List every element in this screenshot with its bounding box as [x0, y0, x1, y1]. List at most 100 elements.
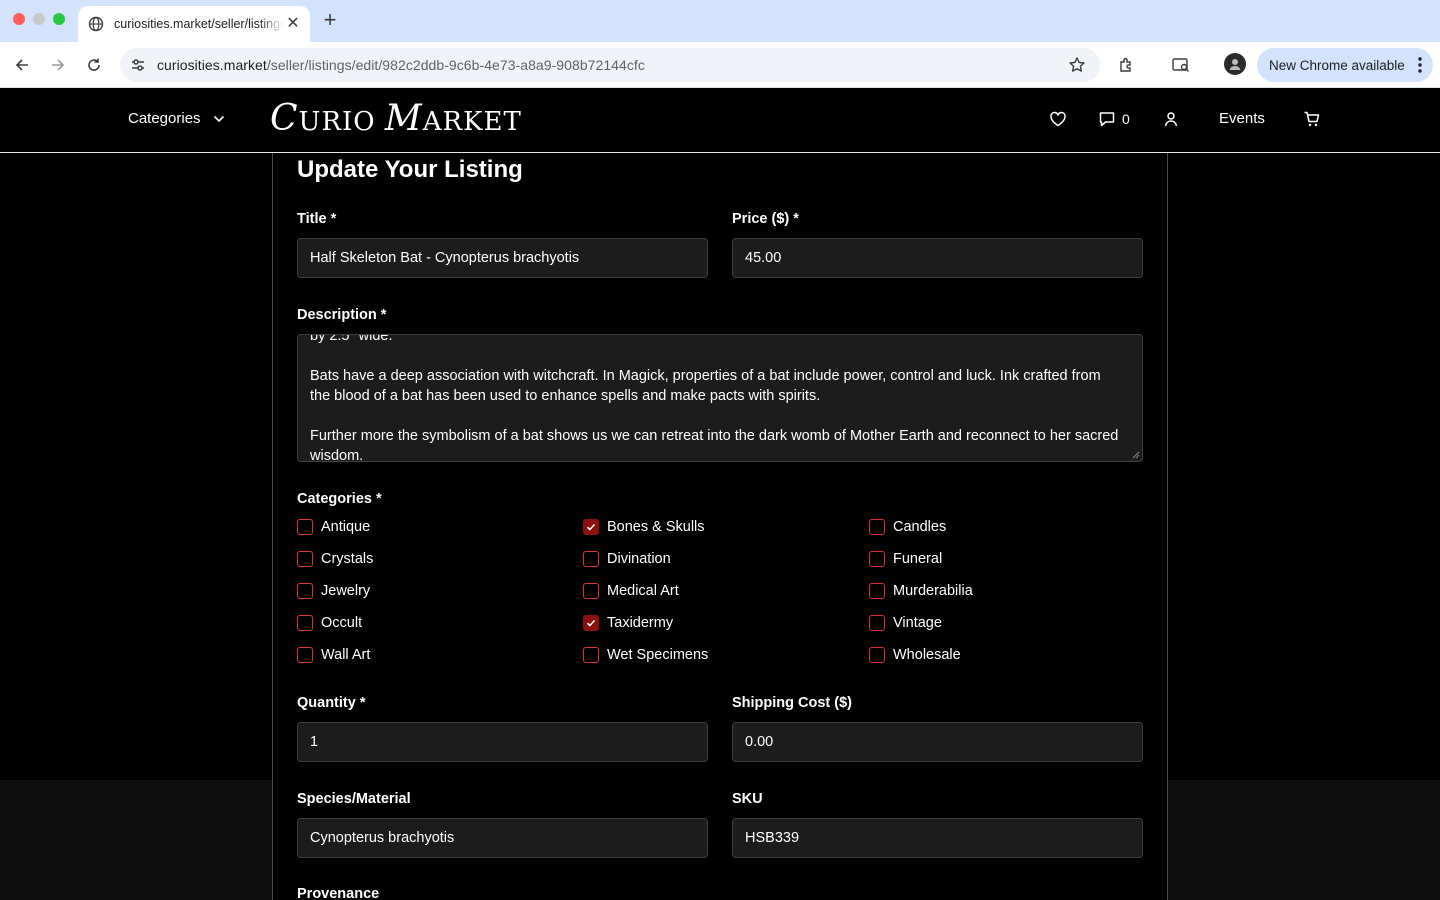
checkmark-icon: [586, 523, 596, 531]
address-bar[interactable]: curiosities.market/seller/listings/edit/…: [120, 48, 1100, 82]
site-header: Categories CURIO MARKET 0 Events: [0, 88, 1440, 153]
browser-tabstrip: curiosities.market/seller/listings/edit/…: [0, 0, 1440, 42]
category-option-label: Occult: [321, 615, 363, 631]
category-checkbox[interactable]: [583, 551, 599, 567]
url-host: curiosities.market: [157, 57, 267, 73]
category-option[interactable]: Murderabilia: [869, 583, 973, 599]
sku-input[interactable]: HSB339: [732, 818, 1143, 858]
price-label: Price ($) *: [732, 211, 799, 227]
category-option-label: Bones & Skulls: [607, 519, 705, 535]
category-option[interactable]: Antique: [297, 519, 370, 535]
category-option-label: Medical Art: [607, 583, 679, 599]
category-option[interactable]: Crystals: [297, 551, 373, 567]
browser-tab[interactable]: curiosities.market/seller/listings/edit/…: [78, 6, 310, 42]
chevron-down-icon: [213, 115, 224, 122]
category-option-label: Vintage: [893, 615, 942, 631]
category-checkbox[interactable]: [869, 615, 885, 631]
description-text: by 2.5" wide. Bats have a deep associati…: [310, 334, 1119, 462]
more-vert-icon[interactable]: [1417, 56, 1423, 74]
category-checkbox[interactable]: [297, 647, 313, 663]
chrome-update-button[interactable]: New Chrome available: [1257, 48, 1433, 82]
puzzle-icon: [1120, 57, 1131, 72]
extensions-button[interactable]: [1115, 53, 1139, 77]
price-input[interactable]: 45.00: [732, 238, 1143, 278]
title-input[interactable]: Half Skeleton Bat - Cynopterus brachyoti…: [297, 238, 708, 278]
category-option-label: Taxidermy: [607, 615, 674, 631]
globe-icon: [88, 16, 104, 32]
tab-close-icon[interactable]: ✕: [284, 15, 302, 33]
category-checkbox[interactable]: [297, 615, 313, 631]
category-option-label: Candles: [893, 519, 947, 535]
page-title: Update Your Listing: [297, 156, 523, 183]
category-option[interactable]: Bones & Skulls: [583, 519, 705, 535]
category-checkbox[interactable]: [583, 647, 599, 663]
category-option[interactable]: Occult: [297, 615, 362, 631]
cart-button[interactable]: [1303, 110, 1321, 128]
category-option[interactable]: Taxidermy: [583, 615, 673, 631]
account-button[interactable]: [1162, 110, 1180, 128]
description-textarea[interactable]: by 2.5" wide. Bats have a deep associati…: [297, 334, 1143, 462]
quantity-input[interactable]: 1: [297, 722, 708, 762]
window-minimize-button[interactable]: [33, 13, 45, 25]
category-option-label: Wet Specimens: [607, 647, 709, 663]
events-link[interactable]: Events: [1219, 110, 1265, 127]
category-checkbox[interactable]: [583, 583, 599, 599]
category-option[interactable]: Wholesale: [869, 647, 961, 663]
title-label: Title *: [297, 211, 337, 227]
cart-icon: [1304, 111, 1320, 127]
category-checkbox[interactable]: [583, 615, 599, 631]
tab-title: curiosities.market/seller/listings/edit/…: [114, 17, 284, 31]
arrow-right-icon: [52, 59, 65, 71]
window-close-button[interactable]: [13, 13, 25, 25]
category-option[interactable]: Vintage: [869, 615, 942, 631]
category-checkbox[interactable]: [869, 647, 885, 663]
edit-listing-panel: Update Your Listing Title * Half Skeleto…: [272, 153, 1168, 900]
category-option[interactable]: Wall Art: [297, 647, 370, 663]
quantity-label: Quantity *: [297, 695, 366, 711]
category-checkbox[interactable]: [869, 519, 885, 535]
category-checkbox[interactable]: [583, 519, 599, 535]
forward-button[interactable]: [46, 53, 70, 77]
category-option[interactable]: Candles: [869, 519, 946, 535]
species-input[interactable]: Cynopterus brachyotis: [297, 818, 708, 858]
category-checkbox[interactable]: [869, 583, 885, 599]
url-path: /seller/listings/edit/982c2ddb-9c6b-4e73…: [266, 57, 645, 73]
reload-button[interactable]: [82, 53, 106, 77]
favorites-button[interactable]: [1049, 110, 1067, 128]
message-icon: [1099, 112, 1115, 127]
categories-menu-label: Categories: [128, 110, 201, 127]
category-option[interactable]: Jewelry: [297, 583, 370, 599]
avatar-icon: [1229, 59, 1241, 70]
category-checkbox[interactable]: [297, 583, 313, 599]
category-option[interactable]: Divination: [583, 551, 671, 567]
arrow-left-icon: [15, 59, 28, 71]
category-checkbox[interactable]: [869, 551, 885, 567]
tab-search-icon: [1172, 58, 1189, 72]
reload-icon: [88, 58, 100, 71]
shipping-cost-label: Shipping Cost ($): [732, 695, 853, 711]
shipping-cost-input[interactable]: 0.00: [732, 722, 1143, 762]
description-label: Description *: [297, 307, 387, 323]
browser-toolbar: curiosities.market/seller/listings/edit/…: [0, 42, 1440, 88]
resize-handle-icon[interactable]: [1132, 451, 1140, 459]
new-tab-button[interactable]: +: [318, 9, 342, 33]
back-button[interactable]: [10, 53, 34, 77]
categories-label: Categories *: [297, 491, 382, 507]
profile-avatar[interactable]: [1224, 53, 1246, 75]
bookmark-star-icon[interactable]: [1068, 56, 1086, 74]
category-option-label: Funeral: [893, 551, 943, 567]
category-checkbox[interactable]: [297, 551, 313, 567]
window-zoom-button[interactable]: [53, 13, 65, 25]
category-option-label: Crystals: [321, 551, 374, 567]
url-text: curiosities.market/seller/listings/edit/…: [157, 57, 645, 73]
category-option-label: Antique: [321, 519, 371, 535]
category-option[interactable]: Medical Art: [583, 583, 679, 599]
site-settings-icon[interactable]: [129, 56, 147, 74]
category-option[interactable]: Funeral: [869, 551, 942, 567]
cast-search-button[interactable]: [1169, 53, 1193, 77]
category-checkbox[interactable]: [297, 519, 313, 535]
category-option[interactable]: Wet Specimens: [583, 647, 708, 663]
categories-menu-button[interactable]: Categories: [128, 110, 225, 127]
site-logo[interactable]: CURIO MARKET: [270, 98, 522, 139]
messages-button[interactable]: 0: [1098, 110, 1130, 128]
